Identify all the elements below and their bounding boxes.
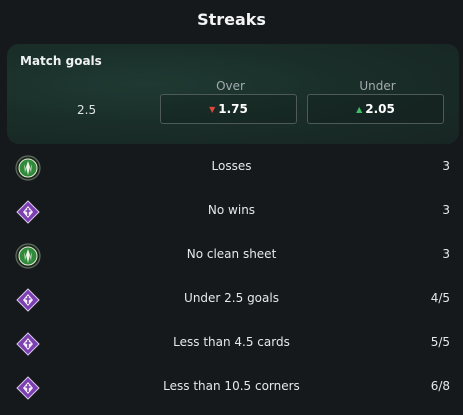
fiorentina-crest-icon bbox=[16, 288, 40, 312]
over-odds-button[interactable]: ▼ 1.75 bbox=[160, 94, 297, 124]
streak-label: No clean sheet bbox=[186, 247, 277, 261]
streak-label: No wins bbox=[207, 203, 256, 217]
streak-row: Less than 4.5 cards 5/5 bbox=[0, 322, 463, 366]
under-odds-value: 2.05 bbox=[365, 102, 395, 116]
streak-label: Under 2.5 goals bbox=[184, 291, 279, 305]
streak-value: 6/8 bbox=[430, 379, 450, 393]
over-column-label: Over bbox=[216, 79, 245, 93]
streaks-widget: Streaks Match goals 2.5 Over Under ▼ 1.7… bbox=[0, 0, 463, 415]
streak-value: 3 bbox=[442, 203, 450, 217]
streak-row: No wins 3 bbox=[0, 190, 463, 234]
streak-row: Losses 3 bbox=[0, 146, 463, 190]
streak-label: Less than 4.5 cards bbox=[173, 335, 290, 349]
widget-title: Streaks bbox=[197, 10, 266, 29]
green-club-crest-icon bbox=[15, 243, 41, 269]
streak-row: Under 2.5 goals 4/5 bbox=[0, 278, 463, 322]
fiorentina-crest-icon bbox=[16, 332, 40, 356]
streak-value: 5/5 bbox=[430, 335, 450, 349]
green-club-crest-icon bbox=[15, 155, 41, 181]
streak-label: Less than 10.5 corners bbox=[163, 379, 300, 393]
streak-value: 3 bbox=[442, 247, 450, 261]
match-goals-title: Match goals bbox=[20, 54, 102, 68]
streak-row: Less than 10.5 corners 6/8 bbox=[0, 366, 463, 410]
up-arrow-icon: ▲ bbox=[356, 104, 363, 114]
goals-line-value: 2.5 bbox=[77, 103, 97, 117]
match-goals-card: Match goals 2.5 Over Under ▼ 1.75 ▲ 2.05 bbox=[7, 44, 459, 144]
streak-row: No clean sheet 3 bbox=[0, 234, 463, 278]
fiorentina-crest-icon bbox=[16, 376, 40, 400]
streak-value: 3 bbox=[442, 159, 450, 173]
down-arrow-icon: ▼ bbox=[209, 104, 216, 114]
over-odds-value: 1.75 bbox=[218, 102, 248, 116]
streak-label: Losses bbox=[211, 159, 252, 173]
streak-value: 4/5 bbox=[430, 291, 450, 305]
under-column-label: Under bbox=[359, 79, 396, 93]
under-odds-button[interactable]: ▲ 2.05 bbox=[307, 94, 444, 124]
fiorentina-crest-icon bbox=[16, 200, 40, 224]
